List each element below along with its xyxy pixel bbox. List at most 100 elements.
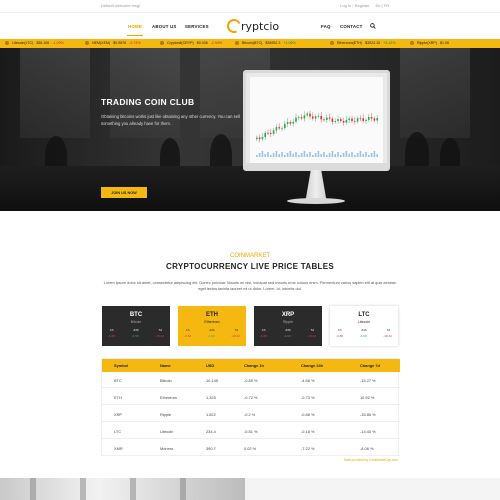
table-cell: -0.18 % bbox=[301, 429, 315, 434]
candle-body bbox=[359, 118, 362, 120]
table-cell: -7.22 % bbox=[301, 446, 315, 451]
coin-icon bbox=[5, 41, 9, 45]
value-1h: -0.85 bbox=[260, 334, 268, 338]
volume-bar bbox=[370, 153, 373, 157]
candle-body bbox=[306, 113, 308, 116]
candle-body bbox=[365, 119, 367, 122]
candle-body bbox=[267, 132, 269, 134]
table-cell: -0.2 % bbox=[244, 412, 256, 417]
nav-faq[interactable]: FAQ bbox=[321, 24, 331, 29]
candle-body bbox=[289, 121, 292, 124]
label-1h: 1h bbox=[186, 328, 190, 332]
ticker-price: $0.9876 bbox=[113, 41, 127, 45]
ticker-item[interactable]: Litecoin(LTC) $36.106 -1.09% bbox=[5, 41, 64, 45]
section-description: Lorem ipsum dolor sit amet, consectetur … bbox=[103, 280, 397, 291]
coin-icon bbox=[410, 41, 414, 45]
table-cell: BTC bbox=[114, 378, 122, 383]
column-header: Name bbox=[160, 363, 171, 368]
label-24h: 24h bbox=[133, 328, 139, 332]
volume-bar bbox=[368, 155, 370, 157]
welcome-message: Default welcome msg! bbox=[101, 3, 141, 8]
ticker-item[interactable]: Ripple(XRP) $1.06 bbox=[410, 41, 452, 45]
table-row[interactable]: BTC Bitcoin 10,145 -0.85 % -4.56 % -15.27 % bbox=[102, 372, 400, 388]
volume-bar bbox=[331, 151, 334, 157]
nav-home[interactable]: HOME bbox=[128, 24, 142, 29]
coin-card-ltc[interactable]: LTC Litecoin 1h 24h 7d -3.85 -4.60 -18.32 bbox=[330, 306, 398, 346]
volume-bar bbox=[275, 151, 278, 157]
table-cell: Monero bbox=[160, 446, 174, 451]
value-24h: -4.56 bbox=[131, 334, 139, 338]
ticker-price: $0.036 bbox=[196, 41, 208, 45]
ticker-item[interactable]: NEM(XEM) $0.9876 -0.74% bbox=[85, 41, 141, 45]
candlestick-chart-image bbox=[250, 77, 383, 163]
volume-bar bbox=[345, 151, 348, 157]
price-table: Symbol Name USD Change 1h Change 24h Cha… bbox=[101, 358, 400, 456]
volume-bar bbox=[256, 155, 258, 157]
volume-bar bbox=[261, 151, 264, 157]
table-cell: Ethereum bbox=[160, 395, 177, 400]
coin-card-xrp[interactable]: XRP Ripple 1h 24h 7d -0.85 -4.60 -18.32 bbox=[254, 306, 322, 346]
volume-bar bbox=[354, 155, 356, 157]
coin-card-eth[interactable]: ETH Ethereum 1h 24h 7d -0.50 -4.60 -18.32 bbox=[178, 306, 246, 346]
table-cell: -0.73 % bbox=[301, 395, 315, 400]
candle-body bbox=[298, 117, 300, 119]
column-header: Change 1h bbox=[244, 363, 264, 368]
nav-about[interactable]: ABOUT US bbox=[152, 24, 177, 29]
column-header: Symbol bbox=[114, 363, 129, 368]
label-7d: 7d bbox=[158, 328, 162, 332]
top-bar: Default welcome msg! Log In / Register E… bbox=[0, 0, 500, 13]
volume-bar bbox=[323, 152, 325, 157]
candle-body bbox=[376, 118, 378, 121]
value-1h: -0.85 bbox=[108, 334, 116, 338]
column-header: USD bbox=[206, 363, 215, 368]
candle-body bbox=[337, 119, 339, 122]
top-bar-links: Log In / Register En | FR bbox=[340, 3, 389, 8]
ticker-item[interactable]: Bitcoin(BTC) $38952.3 +1.06% bbox=[235, 41, 296, 45]
volume-bar bbox=[334, 154, 336, 157]
value-7d: -18.32 bbox=[231, 334, 240, 338]
language-switch[interactable]: En | FR bbox=[376, 3, 390, 8]
table-cell: -0.85 % bbox=[244, 378, 258, 383]
window-frame bbox=[30, 478, 36, 500]
candle-body bbox=[256, 137, 258, 139]
hero-description: Obtaining bitcoins works just like obtai… bbox=[101, 114, 240, 126]
login-link[interactable]: Log In / Register bbox=[340, 3, 369, 8]
candle-body bbox=[292, 121, 294, 124]
coin-icon bbox=[85, 41, 89, 45]
candle-body bbox=[264, 132, 266, 138]
candle-body bbox=[326, 117, 328, 120]
ticker-coin: NEM(XEM) bbox=[92, 41, 111, 45]
volume-bar bbox=[337, 152, 339, 157]
monitor-illustration bbox=[243, 70, 390, 171]
coin-card-btc[interactable]: BTC Bitcoin 1h 24h 7d -0.85 -4.56 -15.32 bbox=[102, 306, 170, 346]
table-header: Symbol Name USD Change 1h Change 24h Cha… bbox=[102, 359, 400, 372]
volume-bar bbox=[264, 154, 266, 157]
hero-banner: TRADING COIN CLUB Obtaining bitcoins wor… bbox=[0, 48, 500, 211]
site-logo[interactable]: ryptcio bbox=[225, 16, 279, 36]
coin-icon bbox=[235, 41, 239, 45]
candle-body bbox=[340, 119, 342, 121]
table-row[interactable]: ETH Ethereum 1,325 -0.72 % -0.73 % 10.92 % bbox=[102, 389, 400, 405]
candle-body bbox=[270, 132, 272, 134]
ticker-item[interactable]: Cryptonit(CRYP) $0.036 -2.94% bbox=[160, 41, 222, 45]
next-section bbox=[245, 478, 500, 500]
table-row[interactable]: XRP Ripple 1.822 -0.2 % -0.88 % -35.85 % bbox=[102, 406, 400, 422]
ticker-item[interactable]: Ethereum(ETH) $3024.15 +3.12% bbox=[330, 41, 395, 45]
candle-body bbox=[351, 118, 353, 122]
search-icon[interactable] bbox=[370, 23, 376, 29]
nav-services[interactable]: SERVICES bbox=[185, 24, 209, 29]
table-row[interactable]: XMR Monero 390.7 0.02 % -7.22 % -8.06 % bbox=[102, 440, 400, 456]
data-source-note[interactable]: Data provided by CoinMarketCap.com bbox=[0, 458, 398, 462]
table-cell: 390.7 bbox=[206, 446, 216, 451]
volume-bar bbox=[289, 151, 292, 157]
ticker-change: +1.06% bbox=[283, 41, 296, 45]
ticker-change: +3.12% bbox=[383, 41, 396, 45]
value-24h: -4.60 bbox=[207, 334, 215, 338]
nav-contact[interactable]: CONTACT bbox=[340, 24, 363, 29]
volume-bar bbox=[267, 152, 269, 157]
table-cell: LTC bbox=[114, 429, 122, 434]
join-button[interactable]: JOIN US NOW bbox=[101, 187, 147, 198]
volume-bar bbox=[272, 153, 275, 157]
table-row[interactable]: LTC Litecoin 234.4 -0.51 % -0.18 % -14.43 % bbox=[102, 423, 400, 439]
ticker-price: $1.06 bbox=[439, 41, 449, 45]
